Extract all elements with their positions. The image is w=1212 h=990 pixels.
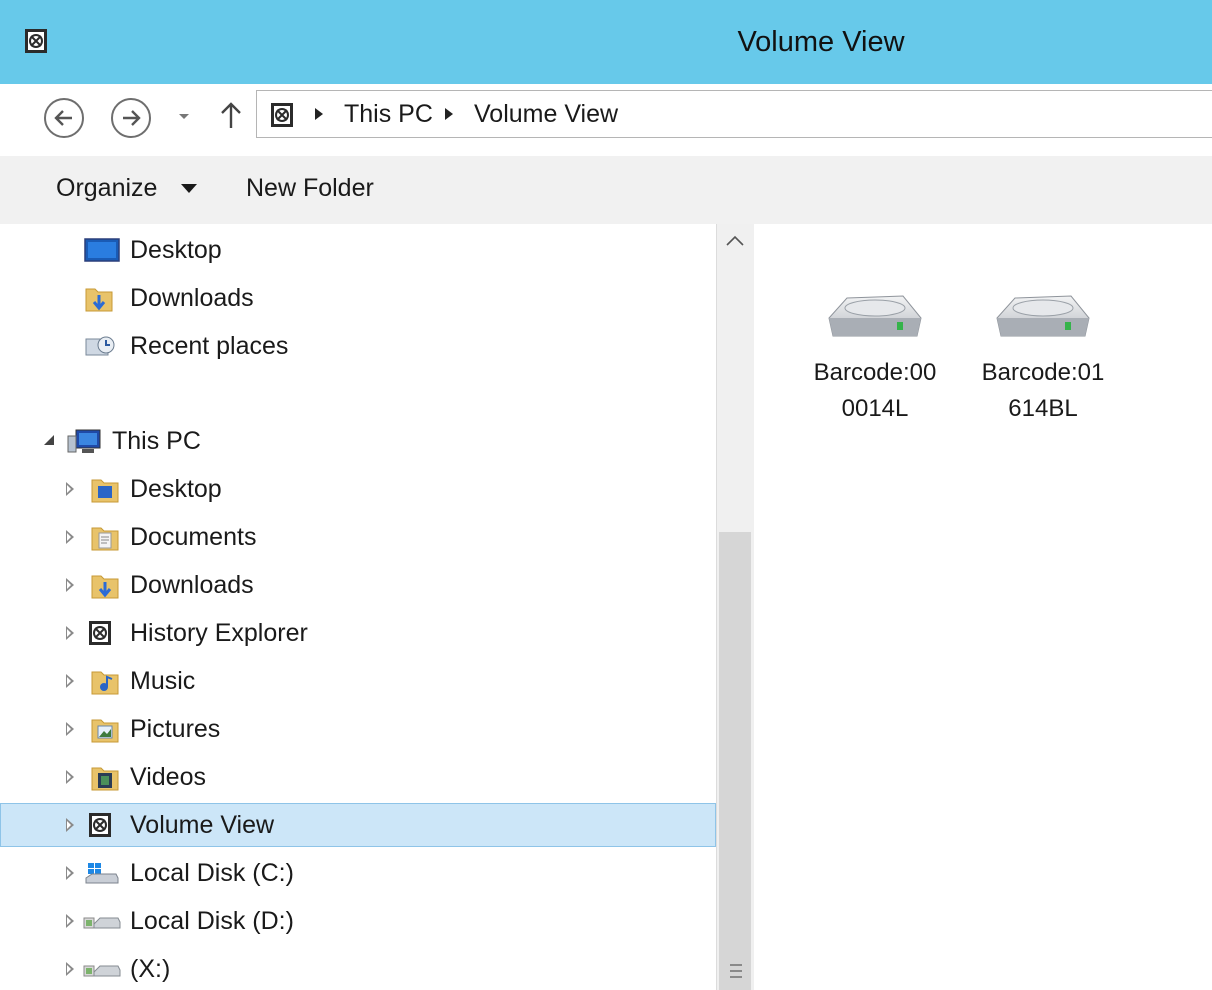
nav-item-pictures[interactable]: Pictures [0,707,716,751]
expand-arrow-icon[interactable] [66,530,74,544]
title-bar: Volume View [0,0,1212,84]
local-disk-icon [83,917,121,929]
drive-item-2[interactable]: Barcode:01 614BL [968,288,1118,427]
downloads-folder-icon [85,288,113,312]
nav-item-music[interactable]: Music [0,659,716,703]
grip-icon [730,964,742,982]
volume-view-icon [271,103,293,127]
nav-item-label: This PC [112,427,201,455]
desktop-icon [84,238,120,262]
nav-item-label: Videos [130,763,206,791]
nav-item-label: Music [130,667,196,695]
nav-item-documents[interactable]: Documents [0,515,716,559]
nav-item-label: Documents [130,523,257,551]
hard-drive-icon [996,295,1090,337]
pictures-folder-icon [91,719,119,743]
chevron-down-icon[interactable] [177,112,191,122]
nav-item-label: Volume View [130,811,275,839]
nav-item-label: Recent places [130,332,289,360]
back-button[interactable] [44,98,84,138]
nav-item-label: Downloads [130,284,254,312]
system-drive-icon [85,863,119,884]
drive-label-line1: Barcode:01 [981,359,1105,386]
drive-label: Barcode:01 614BL [968,355,1118,427]
expand-arrow-icon[interactable] [66,674,74,688]
history-explorer-icon [89,621,111,645]
nav-item-label: Local Disk (D:) [130,907,294,935]
expand-arrow-icon[interactable] [66,770,74,784]
organize-caret-icon[interactable] [181,184,197,193]
nav-item-label: Desktop [130,475,222,503]
nav-item-label: History Explorer [130,619,308,647]
nav-item-label: Downloads [130,571,254,599]
drive-label-line2: 614BL [1008,395,1078,422]
expanded-arrow-icon[interactable] [44,435,54,445]
nav-item-label: (X:) [130,955,171,983]
desktop-folder-icon [91,479,119,503]
expand-arrow-icon[interactable] [66,482,74,496]
organize-button[interactable]: Organize [56,174,157,203]
nav-item-label: Local Disk (C:) [130,859,294,887]
nav-item-history-explorer[interactable]: History Explorer [0,611,716,655]
breadcrumb-separator[interactable] [315,108,323,120]
chevron-up-icon [726,235,744,246]
breadcrumb-this-pc[interactable]: This PC [344,100,433,129]
nav-item-downloads[interactable]: Downloads [0,563,716,607]
nav-item-label: Desktop [130,236,222,264]
expand-arrow-icon[interactable] [66,914,74,928]
navigation-pane: Desktop Downloads Recent places This PC [0,224,716,990]
new-folder-button[interactable]: New Folder [246,174,374,203]
computer-icon [67,429,101,453]
up-arrow-icon[interactable] [219,100,243,130]
back-arrow-icon [54,110,72,126]
expand-arrow-icon[interactable] [66,626,74,640]
nav-item-local-disk-c[interactable]: Local Disk (C:) [0,851,716,895]
window-title: Volume View [737,26,905,58]
drive-label-line2: 0014L [841,395,909,422]
drive-item-1[interactable]: Barcode:00 0014L [800,288,950,427]
expand-arrow-icon[interactable] [66,818,74,832]
nav-item-volume-view[interactable]: Volume View [0,803,716,847]
expand-arrow-icon[interactable] [66,962,74,976]
documents-folder-icon [91,527,119,551]
drive-label-line1: Barcode:00 [813,359,937,386]
nav-item-recent-places[interactable]: Recent places [0,324,716,368]
nav-item-desktop-favorite[interactable]: Desktop [0,228,716,272]
expand-arrow-icon[interactable] [66,866,74,880]
address-box[interactable]: This PC Volume View [256,90,1212,138]
nav-item-downloads-favorite[interactable]: Downloads [0,276,716,320]
expand-arrow-icon[interactable] [66,578,74,592]
forward-arrow-icon [123,110,141,126]
drive-label: Barcode:00 0014L [800,355,950,427]
nav-item-videos[interactable]: Videos [0,755,716,799]
recent-places-icon [85,336,115,356]
local-disk-icon [83,965,121,977]
volume-view-icon [89,813,111,837]
nav-item-desktop[interactable]: Desktop [0,467,716,511]
forward-button[interactable] [111,98,151,138]
scrollbar-thumb[interactable] [719,532,751,990]
scroll-up-button[interactable] [717,224,754,260]
hard-drive-icon [828,295,922,337]
downloads-folder-icon [91,575,119,599]
expand-arrow-icon[interactable] [66,722,74,736]
nav-pane-scrollbar[interactable] [716,224,754,990]
nav-item-drive-x[interactable]: (X:) [0,947,716,990]
breadcrumb-volume-view[interactable]: Volume View [474,100,618,129]
breadcrumb-separator[interactable] [445,108,453,120]
nav-item-local-disk-d[interactable]: Local Disk (D:) [0,899,716,943]
nav-item-label: Pictures [130,715,221,743]
music-folder-icon [91,671,119,695]
videos-folder-icon [91,767,119,791]
nav-item-this-pc[interactable]: This PC [0,419,716,463]
